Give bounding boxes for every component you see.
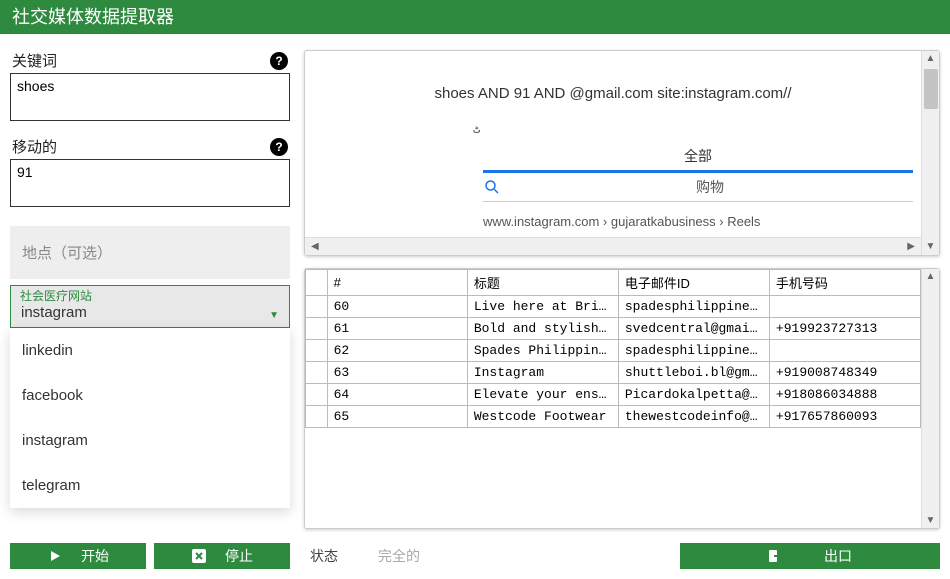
dropdown-item-telegram[interactable]: telegram	[10, 463, 290, 508]
help-icon[interactable]: ?	[270, 138, 288, 156]
table-cell-title: Elevate your ensem...	[467, 384, 618, 406]
location-label: 地点（可选）	[22, 245, 112, 262]
table-cell-phone	[769, 296, 920, 318]
close-icon	[191, 549, 207, 563]
table-cell-email: svedcentral@gmail.com	[618, 318, 769, 340]
table-header-row: # 标题 电子邮件ID 手机号码	[306, 270, 921, 296]
search-icon	[483, 178, 507, 196]
social-site-dropdown[interactable]: 社会医疗网站 instagram ▼ linkedinfacebookinsta…	[10, 285, 290, 508]
table-cell-num: 65	[327, 406, 467, 428]
dropdown-floating-label: 社会医疗网站	[20, 287, 92, 304]
chevron-down-icon: ▼	[269, 310, 279, 321]
table-cell-blank	[306, 318, 328, 340]
scroll-right-icon[interactable]: ▶	[907, 241, 915, 252]
status-value: 完全的	[378, 546, 420, 566]
table-cell-num: 62	[327, 340, 467, 362]
help-icon[interactable]: ?	[270, 52, 288, 70]
stop-button-label: 停止	[225, 546, 253, 566]
table-cell-email: shuttleboi.bl@gmai...	[618, 362, 769, 384]
mobile-label: 移动的	[12, 136, 57, 157]
preview-vertical-scrollbar[interactable]: ▲ ▼	[921, 51, 939, 255]
mobile-input[interactable]	[10, 159, 290, 207]
dropdown-item-linkedin[interactable]: linkedin	[10, 328, 290, 373]
table-row[interactable]: 64Elevate your ensem...Picardokalpetta@g…	[306, 384, 921, 406]
table-cell-title: Spades Philippines	[467, 340, 618, 362]
app-title: 社交媒体数据提取器	[12, 7, 174, 27]
table-cell-phone: +919008748349	[769, 362, 920, 384]
footer-row: 状态 完全的 出口	[310, 543, 940, 569]
table-header-num[interactable]: #	[327, 270, 467, 296]
status-label: 状态	[310, 546, 338, 566]
scroll-down-icon[interactable]: ▼	[926, 515, 936, 526]
table-cell-blank	[306, 406, 328, 428]
table-cell-num: 64	[327, 384, 467, 406]
table-cell-email: Picardokalpetta@gm...	[618, 384, 769, 406]
search-tab-all[interactable]: 全部	[483, 142, 913, 173]
results-table: # 标题 电子邮件ID 手机号码 60Live here at Bridg...…	[305, 269, 921, 428]
scrollbar-thumb[interactable]	[924, 69, 938, 109]
table-cell-title: Live here at Bridg...	[467, 296, 618, 318]
export-icon	[768, 548, 784, 564]
table-row[interactable]: 62Spades Philippinesspadesphilippines@..…	[306, 340, 921, 362]
table-cell-email: spadesphilippines@...	[618, 296, 769, 318]
export-button-label: 出口	[824, 546, 852, 566]
table-cell-num: 60	[327, 296, 467, 318]
table-cell-title: Westcode Footwear	[467, 406, 618, 428]
table-cell-email: spadesphilippines@...	[618, 340, 769, 362]
table-cell-blank	[306, 362, 328, 384]
scroll-up-icon[interactable]: ▲	[926, 51, 936, 67]
mobile-field-group: 移动的 ?	[10, 136, 290, 210]
stop-button[interactable]: 停止	[154, 543, 290, 569]
results-table-panel: # 标题 电子邮件ID 手机号码 60Live here at Bridg...…	[304, 268, 940, 529]
table-cell-blank	[306, 384, 328, 406]
title-bar: 社交媒体数据提取器	[0, 0, 950, 34]
table-cell-blank	[306, 296, 328, 318]
table-header-title[interactable]: 标题	[467, 270, 618, 296]
table-cell-title: Bold and stylish, ...	[467, 318, 618, 340]
dropdown-list: linkedinfacebookinstagramtelegram	[10, 328, 290, 508]
table-cell-phone	[769, 340, 920, 362]
scroll-down-icon[interactable]: ▼	[926, 239, 936, 255]
right-panel: shoes AND 91 AND @gmail.com site:instagr…	[304, 50, 940, 569]
table-cell-num: 63	[327, 362, 467, 384]
location-section[interactable]: 地点（可选）	[10, 226, 290, 279]
keyword-input[interactable]	[10, 73, 290, 121]
table-cell-phone: +918086034888	[769, 384, 920, 406]
table-header-phone[interactable]: 手机号码	[769, 270, 920, 296]
table-cell-blank	[306, 340, 328, 362]
preview-glyph: ٹ	[313, 122, 913, 136]
keyword-field-group: 关键词 ?	[10, 50, 290, 124]
left-panel: 关键词 ? 移动的 ? 地点（可选） 社会医疗网站 instagram ▼ li…	[10, 50, 290, 569]
table-cell-phone: +917657860093	[769, 406, 920, 428]
play-icon	[47, 550, 63, 562]
table-header-blank	[306, 270, 328, 296]
table-cell-title: Instagram	[467, 362, 618, 384]
export-button[interactable]: 出口	[680, 543, 940, 569]
result-url-breadcrumb[interactable]: www.instagram.com › gujaratkabusiness › …	[313, 214, 913, 229]
table-row[interactable]: 61Bold and stylish, ...svedcentral@gmail…	[306, 318, 921, 340]
table-cell-phone: +919923727313	[769, 318, 920, 340]
start-button-label: 开始	[81, 546, 109, 566]
dropdown-item-instagram[interactable]: instagram	[10, 418, 290, 463]
scroll-up-icon[interactable]: ▲	[926, 271, 936, 282]
table-cell-email: thewestcodeinfo@gm...	[618, 406, 769, 428]
table-cell-num: 61	[327, 318, 467, 340]
table-row[interactable]: 63Instagramshuttleboi.bl@gmai...+9190087…	[306, 362, 921, 384]
table-row[interactable]: 60Live here at Bridg...spadesphilippines…	[306, 296, 921, 318]
dropdown-selected-value: instagram	[21, 304, 87, 321]
search-tab-shopping[interactable]: 购物	[507, 177, 913, 197]
table-row[interactable]: 65Westcode Footwearthewestcodeinfo@gm...…	[306, 406, 921, 428]
preview-horizontal-scrollbar[interactable]: ◀ ▶	[305, 237, 921, 255]
preview-panel: shoes AND 91 AND @gmail.com site:instagr…	[304, 50, 940, 256]
table-vertical-scrollbar[interactable]: ▲ ▼	[921, 269, 939, 528]
table-header-email[interactable]: 电子邮件ID	[618, 270, 769, 296]
start-button[interactable]: 开始	[10, 543, 146, 569]
search-query-text: shoes AND 91 AND @gmail.com site:instagr…	[313, 85, 913, 102]
keyword-label: 关键词	[12, 50, 57, 71]
dropdown-item-facebook[interactable]: facebook	[10, 373, 290, 418]
scroll-left-icon[interactable]: ◀	[311, 241, 319, 252]
